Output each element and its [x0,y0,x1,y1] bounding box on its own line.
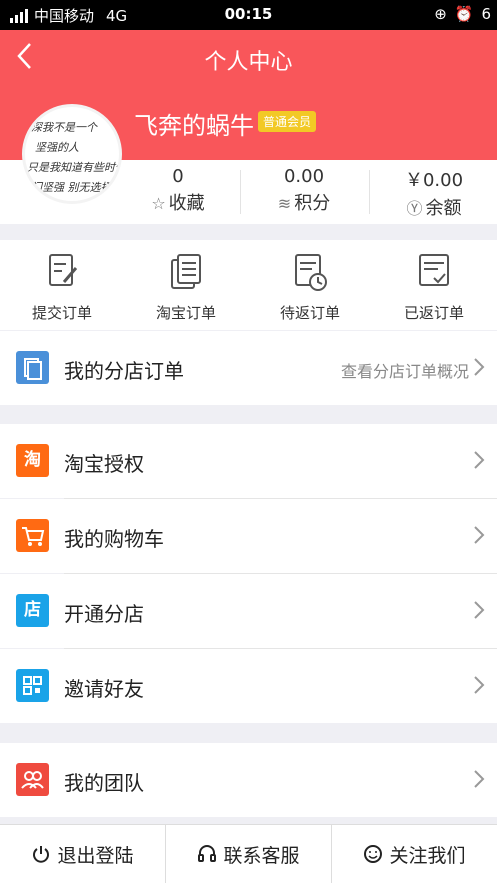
order-submit[interactable]: 提交订单 [0,252,124,323]
status-time: 00:15 [224,5,273,23]
power-icon [33,846,50,863]
battery-level: 6 [481,5,491,23]
row-label: 开通分店 [64,602,144,626]
follow-label: 关注我们 [389,844,466,867]
row-label: 我的购物车 [64,527,164,551]
alarm-icon: ⏰ [454,5,474,23]
branch-orders-row[interactable]: 我的分店订单 查看分店订单概况 [0,331,497,405]
branch-orders-link[interactable]: 查看分店订单概况 [341,358,469,382]
order-label: 提交订单 [31,304,92,322]
headset-icon [198,845,217,862]
stat-balance[interactable]: ￥0.00 Ⓨ 余额 [374,166,494,220]
order-pending[interactable]: 待返订单 [248,252,372,323]
branch-orders-icon [16,351,49,384]
order-label: 淘宝订单 [155,304,216,322]
follow-us-button[interactable]: 关注我们 [332,825,497,883]
stat-favorites[interactable]: 0 ☆ 收藏 [118,166,238,215]
status-right: ⊕ ⏰ 6 [434,5,491,23]
yen-circle-icon: Ⓨ [406,199,423,218]
stat-value: 0.00 [283,166,325,187]
lock-rotation-icon: ⊕ [434,5,447,23]
order-label: 待返订单 [279,304,340,322]
order-returned[interactable]: 已返订单 [372,252,496,323]
row-label: 我的团队 [64,771,144,795]
menu-open-shop[interactable]: 店 开通分店 [0,574,497,648]
avatar-text-line: 只是我知道有些时候 [27,161,122,174]
avatar-text-line: 坚强的人 [35,141,79,154]
row-label: 邀请好友 [64,677,144,701]
chevron-right-icon [474,601,485,619]
coins-icon: ≋ [277,194,292,213]
stat-label: 收藏 [168,193,205,214]
logout-button[interactable]: 退出登陆 [0,825,165,883]
member-badge: 普通会员 [258,111,317,132]
divider [369,170,370,214]
qr-code-icon [16,669,49,702]
edit-doc-icon [49,254,78,286]
menu-invite-friends[interactable]: 邀请好友 [0,649,497,723]
status-bar: 中国移动 4G 00:15 ⊕ ⏰ 6 [0,0,497,30]
stat-value: 0 [172,166,184,187]
doc-list-icon [171,254,201,289]
row-label: 淘宝授权 [64,452,144,476]
avatar-text-line: 门坚强 别无选择 [31,181,112,194]
taobao-icon: 淘 [16,444,49,477]
customer-service-button[interactable]: 联系客服 [166,825,331,883]
stat-points[interactable]: 0.00 ≋ 积分 [244,166,364,215]
username: 飞奔的蜗牛 [134,112,254,140]
chevron-right-icon [474,526,485,544]
shop-icon: 店 [16,594,49,627]
smiley-icon [364,845,383,863]
page-title: 个人中心 [204,50,293,75]
chevron-right-icon [474,451,485,469]
order-taobao[interactable]: 淘宝订单 [124,252,248,323]
stat-label: 余额 [425,198,462,219]
stat-label: 积分 [294,193,331,214]
order-label: 已返订单 [403,304,464,322]
star-outline-icon: ☆ [151,194,166,213]
logout-label: 退出登陆 [57,844,134,867]
bottom-bar: 退出登陆 联系客服 关注我们 [0,824,497,883]
row-label: 我的分店订单 [64,359,184,383]
service-label: 联系客服 [223,844,300,867]
menu-taobao-auth[interactable]: 淘 淘宝授权 [0,424,497,498]
doc-clock-icon [295,254,327,291]
divider [240,170,241,214]
team-icon [16,763,49,796]
chevron-right-icon [474,676,485,694]
stat-value: ￥0.00 [404,170,464,191]
avatar-text-line: 深我不是一个 [31,121,97,134]
order-shortcuts: 提交订单 淘宝订单 待返订单 已返订单 [0,240,497,330]
chevron-right-icon [474,358,485,376]
cart-icon [16,519,49,552]
avatar[interactable]: 深我不是一个 坚强的人 只是我知道有些时候 门坚强 别无选择 [22,104,122,204]
menu-cart[interactable]: 我的购物车 [0,499,497,573]
doc-check-icon [419,254,449,286]
chevron-right-icon [474,770,485,788]
menu-my-team[interactable]: 我的团队 [0,743,497,817]
